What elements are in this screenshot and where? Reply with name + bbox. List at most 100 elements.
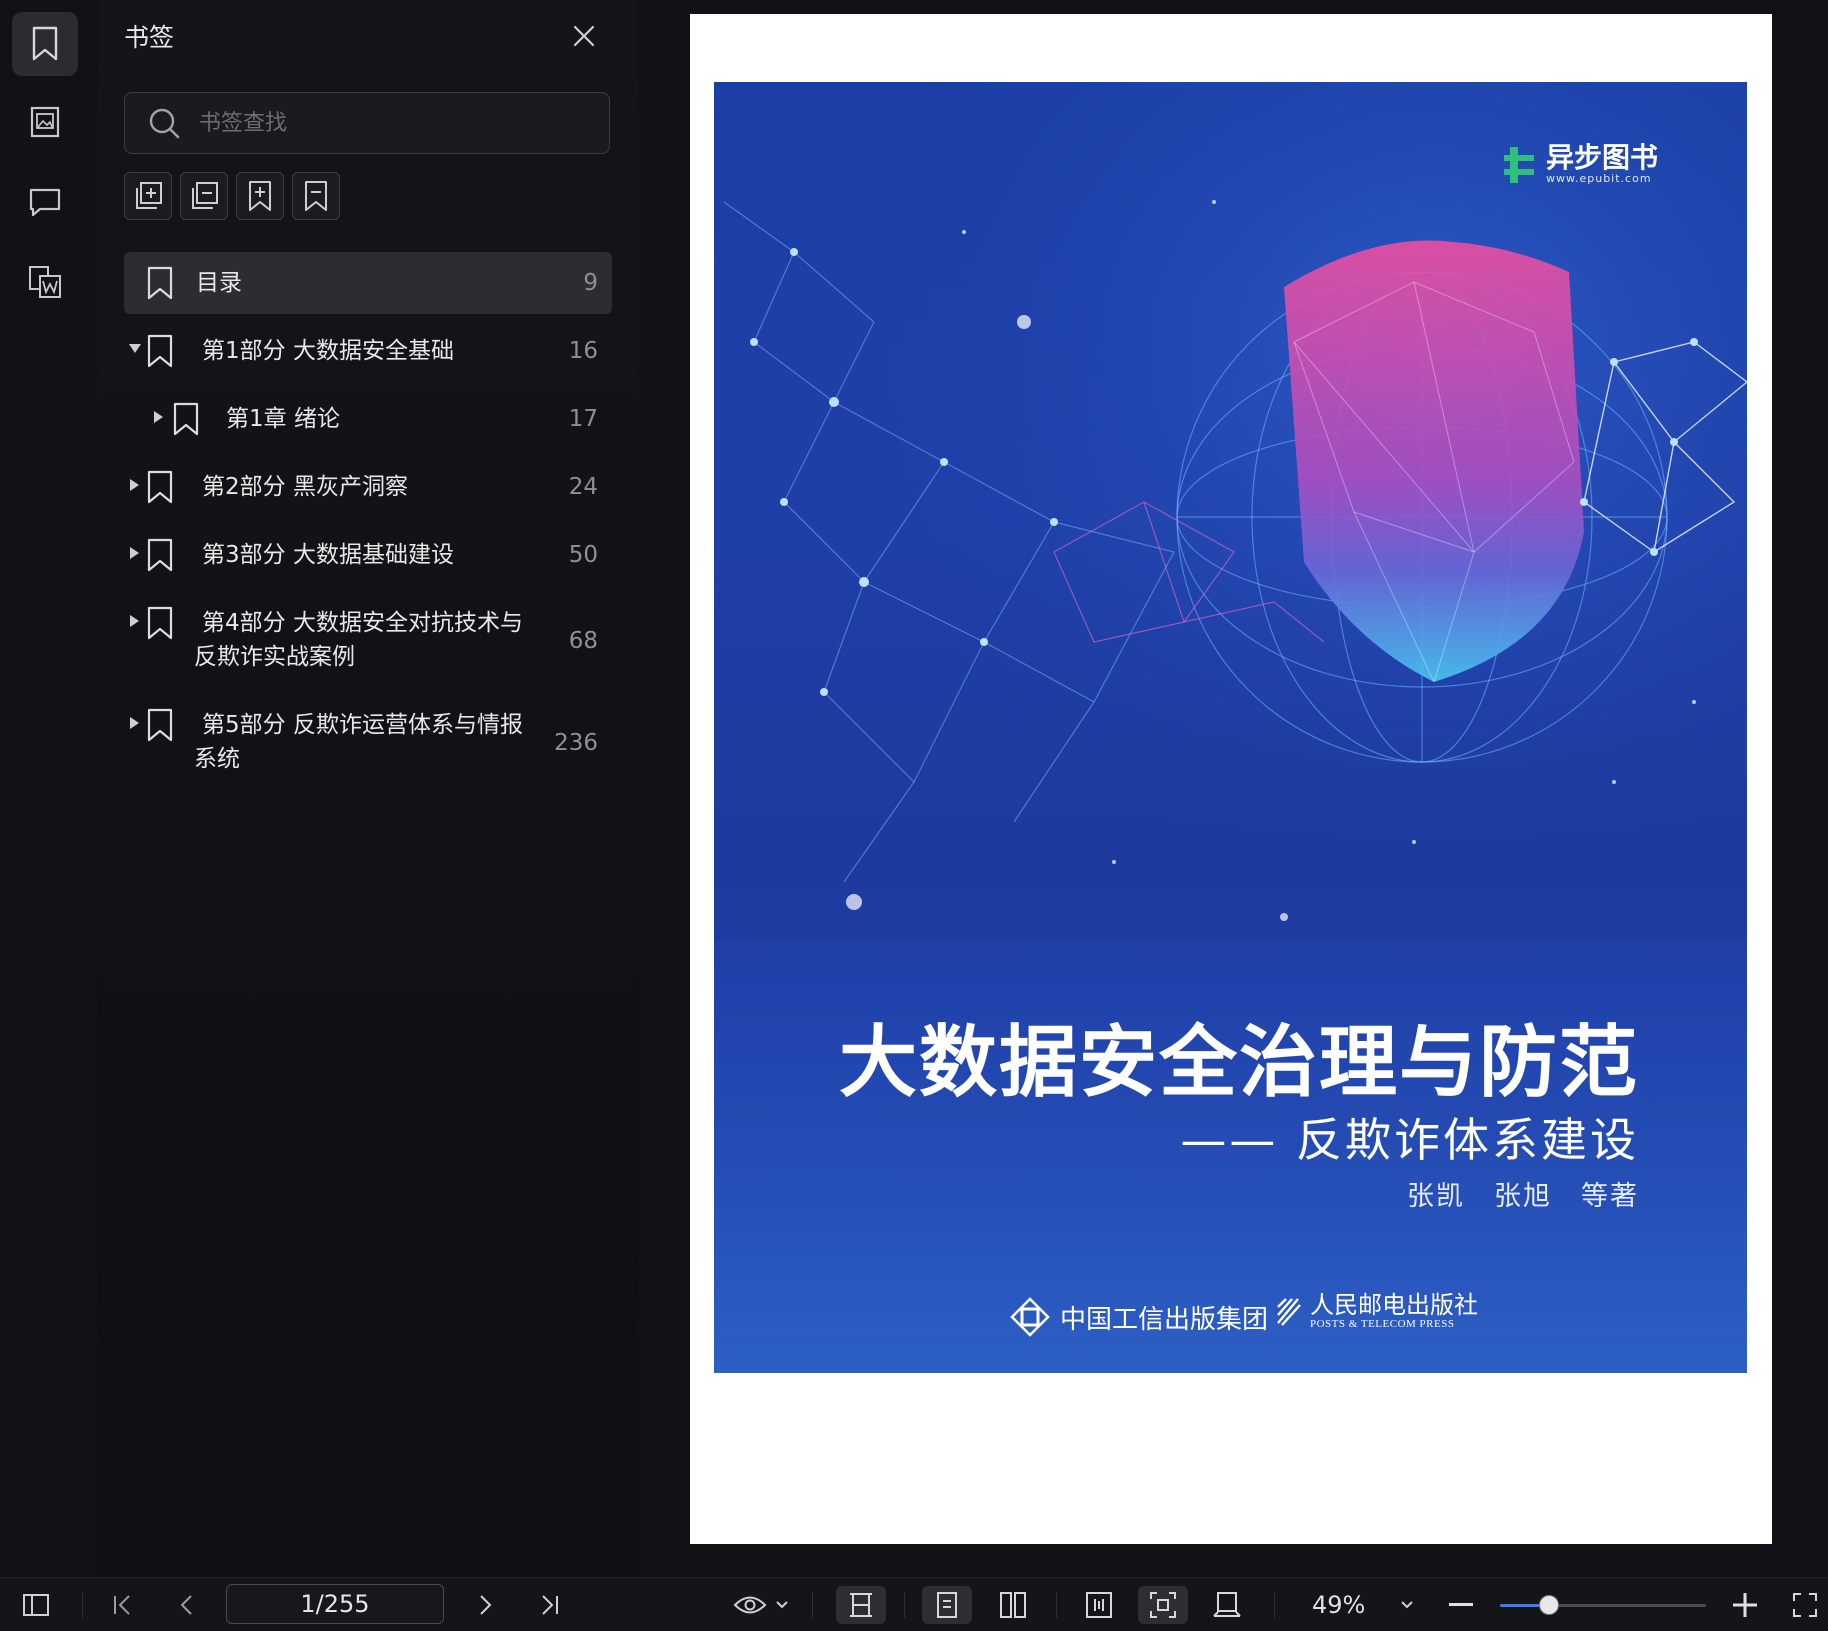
bookmark-search-input[interactable] [197, 109, 609, 137]
thumbnail-icon [30, 106, 60, 138]
toolbar-separator [1274, 1592, 1275, 1618]
expand-toggle[interactable] [128, 614, 142, 628]
bookmark-item[interactable]: 目录 9 [124, 252, 612, 314]
brand-name: 异步图书 [1546, 141, 1659, 174]
bookmark-minus-icon [305, 181, 327, 211]
pdf-page: 异步图书 www.epubit.com 大数据安全治理与防范 —— 反欺诈体系建… [690, 14, 1772, 1544]
bookmark-icon [147, 708, 173, 742]
triangle-right-icon [130, 479, 139, 491]
single-page-icon [937, 1592, 957, 1618]
toolbar-separator [904, 1592, 905, 1618]
rail-convert-button[interactable] [12, 250, 78, 314]
add-bookmark-icon [136, 182, 162, 209]
add-bookmark-button[interactable] [124, 172, 172, 220]
rail-comment-button[interactable] [12, 170, 78, 234]
bookmark-item[interactable]: 第3部分 大数据基础建设 50 [124, 524, 612, 586]
triangle-right-icon [130, 547, 139, 559]
page-number-input[interactable] [226, 1584, 444, 1624]
eye-icon [733, 1596, 767, 1614]
bookmark-page: 50 [568, 542, 598, 568]
bookmark-icon [32, 26, 58, 61]
chevron-down-icon [1401, 1601, 1413, 1609]
bottom-toolbar: 49% [0, 1577, 1828, 1631]
zoom-slider-knob[interactable] [1539, 1595, 1560, 1615]
expand-toggle[interactable] [128, 478, 142, 492]
bookmark-icon [173, 402, 199, 436]
double-page-icon [1000, 1592, 1026, 1618]
bookmark-item[interactable]: 第4部分 大数据安全对抗技术与 反欺诈实战案例 68 [124, 592, 612, 688]
fullscreen-icon [1793, 1593, 1817, 1617]
expand-toggle[interactable] [152, 410, 166, 424]
view-mode-dropdown[interactable] [728, 1586, 794, 1624]
word-convert-icon [29, 266, 61, 298]
triangle-down-icon [129, 344, 141, 353]
zoom-slider[interactable] [1500, 1595, 1706, 1615]
book-title: 大数据安全治理与防范 [838, 1018, 1639, 1108]
last-page-button[interactable] [532, 1586, 568, 1624]
panel-title: 书签 [124, 23, 175, 52]
rotate-page-button[interactable] [1202, 1586, 1252, 1624]
bookmark-label: 第2部分 黑灰产洞察 [202, 474, 408, 500]
bookmark-icon [147, 266, 173, 300]
bookmark-page: 17 [568, 406, 598, 432]
book-cover: 异步图书 www.epubit.com 大数据安全治理与防范 —— 反欺诈体系建… [714, 82, 1747, 1373]
delete-bookmark-button[interactable] [292, 172, 340, 220]
bookmark-icon [147, 334, 173, 368]
bookmark-item[interactable]: 第1部分 大数据安全基础 16 [124, 320, 612, 382]
actual-size-button[interactable] [1138, 1586, 1188, 1624]
first-page-icon [114, 1595, 130, 1615]
remove-bookmark-button[interactable] [180, 172, 228, 220]
single-page-button[interactable] [922, 1586, 972, 1624]
last-page-icon [542, 1595, 558, 1615]
first-page-button[interactable] [104, 1586, 140, 1624]
bookmark-search [124, 92, 610, 154]
bookmark-label: 第3部分 大数据基础建设 [202, 542, 454, 568]
zoom-out-button[interactable] [1444, 1586, 1478, 1624]
publisher-press-name: 人民邮电出版社 [1310, 1291, 1478, 1319]
chevron-left-icon [180, 1595, 192, 1615]
next-page-button[interactable] [468, 1586, 504, 1624]
toggle-sidebar-button[interactable] [16, 1586, 56, 1624]
zoom-in-button[interactable] [1728, 1586, 1762, 1624]
triangle-right-icon [154, 411, 163, 423]
bookmark-label: 第1章 绪论 [226, 406, 340, 432]
actual-size-icon [1150, 1592, 1176, 1618]
rail-bookmark-button[interactable] [12, 12, 78, 76]
expand-toggle[interactable] [128, 716, 142, 730]
triangle-right-icon [130, 717, 139, 729]
minus-icon [1449, 1603, 1473, 1606]
double-page-button[interactable] [988, 1586, 1038, 1624]
bookmark-page: 24 [568, 474, 598, 500]
previous-page-button[interactable] [168, 1586, 204, 1624]
search-icon [147, 106, 181, 140]
publisher-group-name: 中国工信出版集团 [1060, 1304, 1269, 1335]
close-panel-button[interactable] [568, 20, 600, 52]
chevron-down-icon [776, 1601, 788, 1609]
bookmark-item[interactable]: 第1章 绪论 17 [124, 388, 612, 450]
rail-thumbnail-button[interactable] [12, 90, 78, 154]
brand-url: www.epubit.com [1546, 172, 1652, 185]
add-child-bookmark-button[interactable] [236, 172, 284, 220]
fit-width-button[interactable] [836, 1586, 886, 1624]
chevron-right-icon [480, 1595, 492, 1615]
document-viewer[interactable]: 异步图书 www.epubit.com 大数据安全治理与防范 —— 反欺诈体系建… [638, 0, 1828, 1577]
expand-toggle[interactable] [128, 546, 142, 560]
publisher-brand: 异步图书 www.epubit.com [1504, 144, 1658, 185]
publisher-group: 中国工信出版集团 [1010, 1297, 1268, 1337]
ptpress-logo-icon [1277, 1298, 1301, 1326]
zoom-dropdown-button[interactable] [1394, 1586, 1420, 1624]
bookmark-item[interactable]: 第5部分 反欺诈运营体系与情报 系统 236 [124, 694, 612, 790]
fullscreen-button[interactable] [1788, 1586, 1822, 1624]
book-authors: 张凯 张旭 等著 [1407, 1181, 1639, 1212]
plus-icon [1733, 1593, 1757, 1617]
toolbar-separator [1056, 1592, 1057, 1618]
expand-toggle[interactable] [128, 342, 142, 356]
bookmark-label-line2: 系统 [194, 746, 240, 772]
bookmark-item[interactable]: 第2部分 黑灰产洞察 24 [124, 456, 612, 518]
epubit-logo-icon [1504, 146, 1534, 183]
fit-page-button[interactable] [1074, 1586, 1124, 1624]
publisher-press-english: POSTS & TELECOM PRESS [1310, 1318, 1455, 1330]
bookmark-label: 第5部分 反欺诈运营体系与情报 [202, 712, 523, 738]
bookmark-label: 目录 [196, 270, 242, 296]
cover-artwork [714, 82, 1747, 982]
